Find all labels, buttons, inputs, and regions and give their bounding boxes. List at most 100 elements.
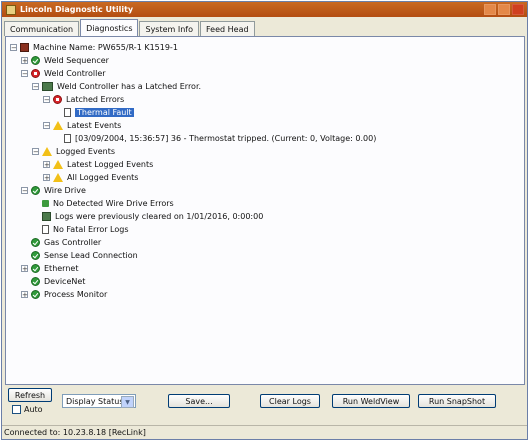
tree-label: All Logged Events [67, 172, 139, 182]
diagnostics-tree[interactable]: − Machine Name: PW655/R-1 K1519-1 + Weld… [10, 41, 520, 380]
warning-icon [53, 172, 63, 182]
clear-logs-button[interactable]: Clear Logs [260, 394, 320, 408]
tree-node-sense-lead[interactable]: Sense Lead Connection [21, 249, 138, 261]
tree-node-machine[interactable]: − Machine Name: PW655/R-1 K1519-1 [10, 41, 178, 53]
app-icon [6, 4, 16, 15]
close-button[interactable] [512, 4, 524, 15]
tree-node-latched-errors[interactable]: − Latched Errors [43, 93, 124, 105]
warning-icon [53, 120, 63, 130]
controller-icon [42, 81, 53, 91]
tree-node-all-logged-events[interactable]: + All Logged Events [43, 171, 138, 183]
tree-node-latest-events[interactable]: − Latest Events [43, 119, 121, 131]
button-bar: Refresh Auto Display Status ▼ Save... Cl… [2, 388, 527, 422]
expand-toggle[interactable]: + [43, 160, 50, 168]
tree-label: Logs were previously cleared on 1/01/201… [55, 211, 264, 221]
tree-label: No Detected Wire Drive Errors [53, 198, 174, 208]
tree-label: Latest Events [67, 120, 122, 130]
collapse-toggle[interactable]: − [21, 186, 28, 194]
tab-diagnostics[interactable]: Diagnostics [80, 19, 139, 36]
collapse-toggle[interactable]: − [10, 43, 17, 51]
tree-node-logged-events[interactable]: − Logged Events [32, 145, 115, 157]
machine-icon [20, 42, 29, 52]
tab-feed-head[interactable]: Feed Head [200, 21, 255, 36]
tree-label: Gas Controller [44, 237, 102, 247]
error-icon [53, 94, 62, 104]
tree-label-selected: Thermal Fault [75, 107, 134, 117]
document-icon [64, 107, 71, 117]
display-status-value: Display Status [66, 396, 124, 406]
tab-strip: Communication Diagnostics System Info Fe… [4, 19, 256, 36]
tree-label: Ethernet [44, 263, 79, 273]
tree-node-devicenet[interactable]: DeviceNet [21, 275, 85, 287]
title-bar: Lincoln Diagnostic Utility [2, 2, 527, 17]
expand-toggle[interactable]: + [43, 173, 50, 181]
status-bar: Connected to: 10.23.8.18 [RecLink] [2, 425, 527, 439]
expand-toggle[interactable]: + [21, 56, 28, 64]
auto-checkbox[interactable] [12, 405, 21, 414]
ok-check-icon [31, 289, 40, 299]
run-snapshot-button[interactable]: Run SnapShot [418, 394, 496, 408]
tree-label: Logged Events [56, 146, 115, 156]
display-status-select[interactable]: Display Status ▼ [62, 394, 136, 408]
tree-label: Wire Drive [44, 185, 86, 195]
tree-node-latched-error-msg[interactable]: − Weld Controller has a Latched Error. [32, 80, 201, 92]
tree-node-wire-drive[interactable]: − Wire Drive [21, 184, 86, 196]
status-dot-icon [42, 199, 49, 207]
tree-node-event-detail[interactable]: [03/09/2004, 15:36:57] 36 - Thermostat t… [54, 132, 376, 144]
auto-label: Auto [24, 405, 43, 414]
collapse-toggle[interactable]: − [32, 147, 39, 155]
collapse-toggle[interactable]: − [43, 95, 50, 103]
tab-system-info[interactable]: System Info [139, 21, 199, 36]
tree-label: Weld Controller [44, 68, 106, 78]
tree-node-no-fatal-error-logs[interactable]: No Fatal Error Logs [32, 223, 129, 235]
ok-check-icon [31, 185, 40, 195]
ok-check-icon [31, 250, 40, 260]
tree-label: No Fatal Error Logs [53, 224, 129, 234]
maximize-button[interactable] [498, 4, 510, 15]
collapse-toggle[interactable]: − [21, 69, 28, 77]
ok-check-icon [31, 276, 40, 286]
ok-check-icon [31, 237, 40, 247]
tree-node-ethernet[interactable]: + Ethernet [21, 262, 78, 274]
tree-node-no-wire-drive-errors[interactable]: No Detected Wire Drive Errors [32, 197, 174, 209]
log-icon [42, 211, 51, 221]
run-weldview-button[interactable]: Run WeldView [332, 394, 410, 408]
tree-node-thermal-fault[interactable]: Thermal Fault [54, 106, 134, 118]
tree-node-logs-cleared[interactable]: Logs were previously cleared on 1/01/201… [32, 210, 263, 222]
tab-communication[interactable]: Communication [4, 21, 80, 36]
collapse-toggle[interactable]: − [43, 121, 50, 129]
collapse-toggle[interactable]: − [32, 82, 39, 90]
expand-toggle[interactable]: + [21, 290, 28, 298]
tree-node-weld-controller[interactable]: − Weld Controller [21, 67, 106, 79]
save-button[interactable]: Save... [168, 394, 230, 408]
error-icon [31, 68, 40, 78]
tree-label: Latched Errors [66, 94, 125, 104]
window-controls [484, 4, 524, 15]
ok-check-icon [31, 263, 40, 273]
tree-node-latest-logged-events[interactable]: + Latest Logged Events [43, 158, 153, 170]
tree-node-gas-controller[interactable]: Gas Controller [21, 236, 101, 248]
tree-label: Weld Controller has a Latched Error. [57, 81, 202, 91]
warning-icon [53, 159, 63, 169]
window-title: Lincoln Diagnostic Utility [20, 5, 134, 14]
tree-label: Process Monitor [44, 289, 108, 299]
warning-icon [42, 146, 52, 156]
ok-check-icon [31, 55, 40, 65]
tree-node-weld-sequencer[interactable]: + Weld Sequencer [21, 54, 109, 66]
tree-label: Weld Sequencer [44, 55, 109, 65]
tree-label: Latest Logged Events [67, 159, 154, 169]
connection-status: Connected to: 10.23.8.18 [RecLink] [4, 428, 146, 437]
document-icon [42, 224, 49, 234]
tree-node-process-monitor[interactable]: + Process Monitor [21, 288, 107, 300]
tree-label: [03/09/2004, 15:36:57] 36 - Thermostat t… [75, 133, 377, 143]
tree-label: Sense Lead Connection [44, 250, 138, 260]
tree-label: DeviceNet [44, 276, 86, 286]
diagnostics-panel: − Machine Name: PW655/R-1 K1519-1 + Weld… [5, 36, 525, 385]
document-icon [64, 133, 71, 143]
expand-toggle[interactable]: + [21, 264, 28, 272]
chevron-down-icon: ▼ [121, 396, 134, 408]
minimize-button[interactable] [484, 4, 496, 15]
refresh-button[interactable]: Refresh [8, 388, 52, 402]
app-window: Lincoln Diagnostic Utility Communication… [1, 1, 528, 440]
tree-label: Machine Name: PW655/R-1 K1519-1 [33, 42, 178, 52]
